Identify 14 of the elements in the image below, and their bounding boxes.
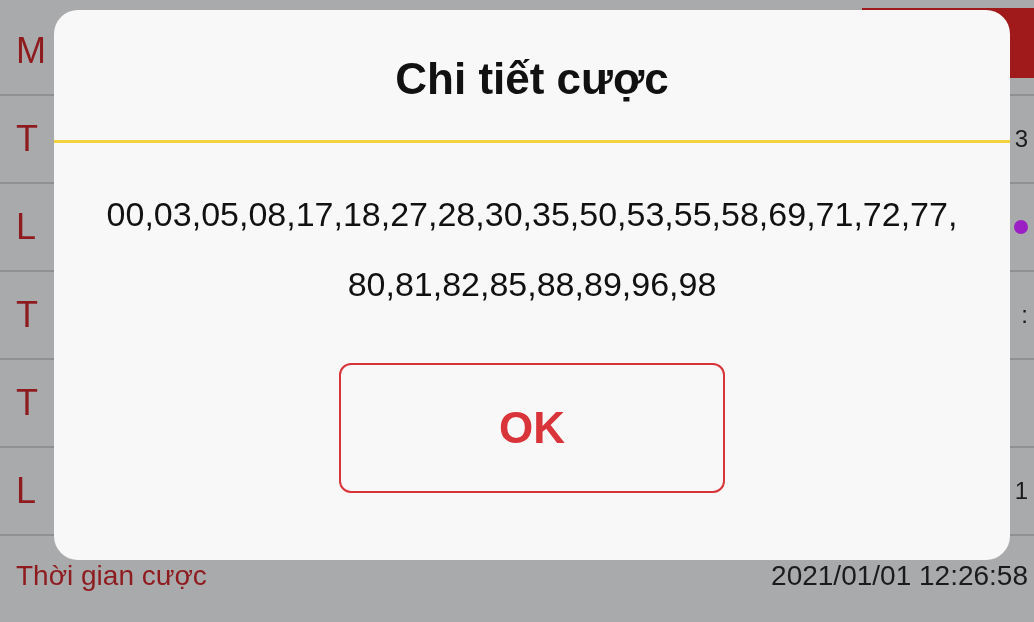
row-value: 1 xyxy=(1014,477,1028,505)
row-value: 2021/01/01 12:26:58 xyxy=(771,560,1028,592)
row-value: 3 xyxy=(1014,125,1028,153)
bet-numbers: 00,03,05,08,17,18,27,28,30,35,50,53,55,58,69,71,72,77,80,81,82,85,88,89,96,98 xyxy=(105,194,959,305)
row-label: T xyxy=(16,118,38,160)
ok-button[interactable]: OK xyxy=(339,363,725,493)
row-label: L xyxy=(16,470,37,512)
row-label: L xyxy=(16,206,37,248)
row-label: T xyxy=(16,294,38,336)
row-label: Thời gian cược xyxy=(16,560,207,592)
row-value: : xyxy=(1021,301,1028,329)
row-label: M xyxy=(16,30,46,72)
row-label: T xyxy=(16,382,38,424)
dialog-title: Chi tiết cược xyxy=(395,53,669,105)
